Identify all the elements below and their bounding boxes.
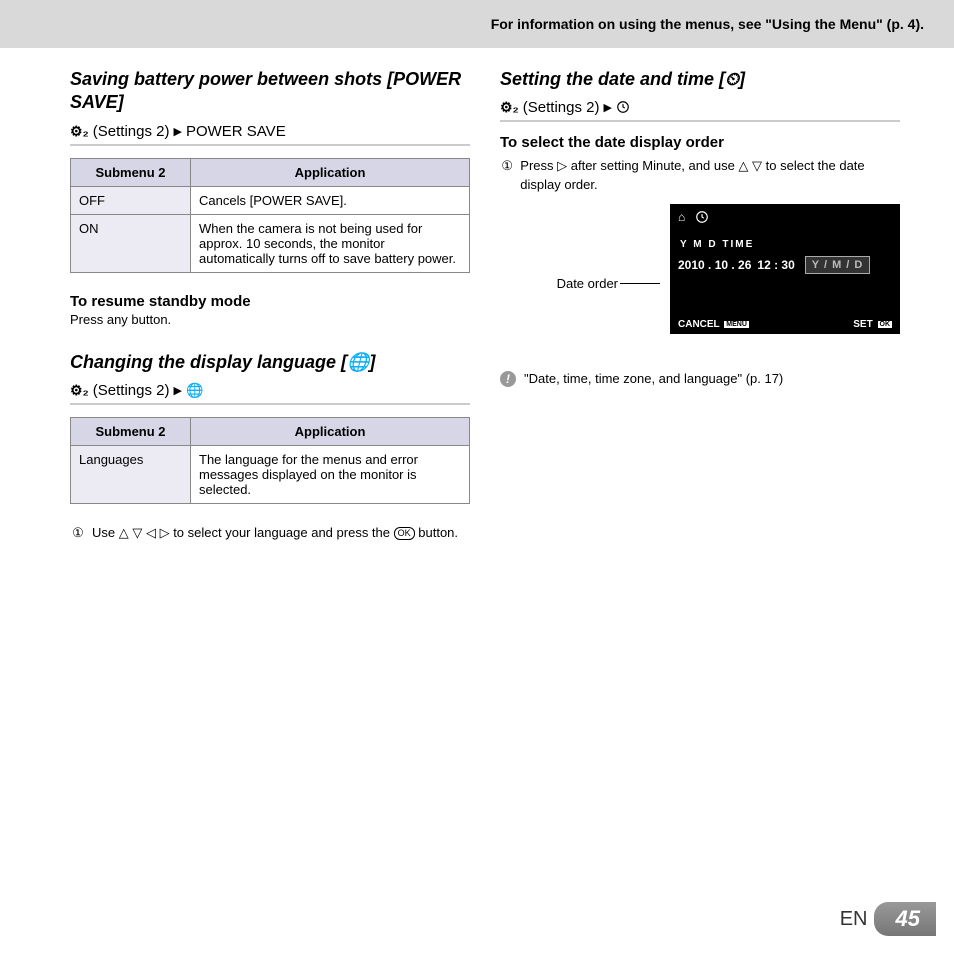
language-table: Submenu 2 Application Languages The lang… [70,417,470,504]
lcd-row: 2010 . 10 . 26 12 : 30 Y / M / D [670,254,900,276]
power-save-table: Submenu 2 Application OFF Cancels [POWER… [70,158,470,273]
t: Press [520,158,557,173]
world-icon: 🌐 [186,382,203,399]
right-column: Setting the date and time [⏲] ⚙₂ (Settin… [500,68,900,542]
cell-key: Languages [71,446,191,504]
ok-button-icon: OK [394,527,415,540]
th-submenu: Submenu 2 [71,158,191,186]
datetime-step: ① Press ▷ after setting Minute, and use … [500,157,900,193]
power-save-title: Saving battery power between shots [POWE… [70,68,470,115]
menu-chip: MENU [724,321,749,328]
th-submenu: Submenu 2 [71,418,191,446]
crumb-end: POWER SAVE [186,123,286,140]
settings-label: (Settings 2) [93,123,170,140]
clock-icon [695,210,709,225]
camera-lcd: ⌂ Y M D TIME 2010 . 10 . 26 12 : 30 Y / … [670,204,900,334]
arrow-icons: △ ▽ [738,158,762,173]
t: CANCEL [678,319,719,330]
ok-chip: OK [878,321,893,328]
cell-val: When the camera is not being used for ap… [191,214,470,272]
note-icon: ! [500,371,516,387]
table-row: Languages The language for the menus and… [71,446,470,504]
left-column: Saving battery power between shots [POWE… [70,68,470,542]
note-text: "Date, time, time zone, and language" (p… [524,371,783,386]
table-header-row: Submenu 2 Application [71,158,470,186]
lcd-labels: Y M D TIME [670,231,900,254]
header-text: For information on using the menus, see … [491,16,924,32]
language-breadcrumb: ⚙₂ (Settings 2) ▶ 🌐 [70,382,470,405]
language-title: Changing the display language [🌐] [70,351,470,374]
settings-label: (Settings 2) [523,99,600,116]
cell-key: OFF [71,186,191,214]
table-header-row: Submenu 2 Application [71,418,470,446]
page-footer: EN 45 [840,902,936,936]
th-application: Application [191,418,470,446]
cell-val: The language for the menus and error mes… [191,446,470,504]
cell-val: Cancels [POWER SAVE]. [191,186,470,214]
table-row: ON When the camera is not being used for… [71,214,470,272]
resume-text: Press any button. [70,312,470,327]
step-text: Press ▷ after setting Minute, and use △ … [520,157,900,193]
clock-icon [616,99,630,116]
home-icon: ⌂ [678,210,685,225]
power-save-breadcrumb: ⚙₂ (Settings 2) ▶ POWER SAVE [70,123,470,146]
resume-heading: To resume standby mode [70,293,470,310]
settings-icon: ⚙₂ [500,99,519,116]
lcd-cancel: CANCEL MENU [678,319,749,330]
triangle-icon: ▶ [603,101,611,114]
arrow-icons: △ ▽ ◁ ▷ [119,525,170,540]
cell-key: ON [71,214,191,272]
triangle-icon: ▶ [173,125,181,138]
pointer-line [620,283,660,284]
datetime-title: Setting the date and time [⏲] [500,68,900,91]
t: after setting Minute, and use [571,158,739,173]
arrow-icon: ▷ [557,158,567,173]
table-row: OFF Cancels [POWER SAVE]. [71,186,470,214]
datetime-breadcrumb: ⚙₂ (Settings 2) ▶ [500,99,900,122]
language-step: ① Use △ ▽ ◁ ▷ to select your language an… [70,524,470,542]
t: SET [853,319,872,330]
date-order-pointer: Date order [500,276,660,291]
pointer-text: Date order [557,276,618,291]
step-number: ① [500,157,514,193]
settings-icon: ⚙₂ [70,382,89,399]
lcd-top: ⌂ [670,204,900,231]
t: Use [92,525,119,540]
date-order-box: Y / M / D [805,256,871,274]
step-text: Use △ ▽ ◁ ▷ to select your language and … [92,524,458,542]
lcd-time: 12 : 30 [757,258,794,272]
footer-language: EN [840,908,868,931]
footer-page-number: 45 [874,902,936,936]
lcd-date: 2010 . 10 . 26 [678,258,751,272]
lcd-bottom: CANCEL MENU SET OK [670,319,900,330]
settings-label: (Settings 2) [93,382,170,399]
date-order-heading: To select the date display order [500,134,900,151]
t: to select your language and press the [173,525,393,540]
step-number: ① [70,524,86,542]
header-bar: For information on using the menus, see … [0,0,954,48]
settings-icon: ⚙₂ [70,123,89,140]
lcd-set: SET OK [853,319,892,330]
th-application: Application [191,158,470,186]
note: ! "Date, time, time zone, and language" … [500,371,900,387]
content-columns: Saving battery power between shots [POWE… [0,48,954,542]
t: button. [418,525,458,540]
triangle-icon: ▶ [173,384,181,397]
